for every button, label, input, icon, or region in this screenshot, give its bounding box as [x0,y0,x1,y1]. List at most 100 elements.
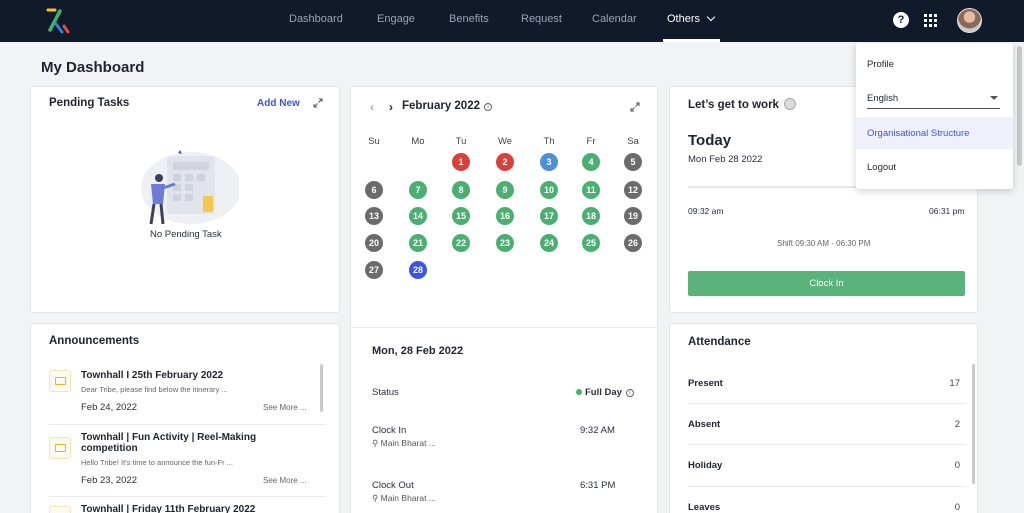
calendar-day[interactable]: 27 [365,261,383,279]
weekday-label: Fr [586,136,596,147]
nav-calendar[interactable]: Calendar [592,13,637,25]
attendance-present-value: 17 [949,378,960,389]
calendar-day[interactable]: 4 [582,153,600,171]
divider [49,496,325,497]
announcement-snippet: Hello Tribe! It's time to announce the f… [81,458,233,467]
nav-others[interactable]: Others [667,12,716,25]
attendance-absent-label: Absent [688,419,721,430]
next-month-icon[interactable]: › [389,100,393,114]
calendar-day[interactable]: 25 [582,234,600,252]
calendar-day[interactable]: 23 [496,234,514,252]
nav-request[interactable]: Request [521,13,562,25]
info-icon[interactable]: i [484,103,492,111]
caret-down-icon [990,96,998,100]
others-dropdown-menu: Profile English Organisational Structure… [856,43,1013,189]
calendar-day[interactable]: 7 [409,181,427,199]
company-logo[interactable] [42,6,74,36]
page-title: My Dashboard [41,59,145,76]
calendar-day[interactable]: 9 [496,181,514,199]
calendar-day[interactable]: 15 [452,207,470,225]
calendar-day[interactable]: 24 [540,234,558,252]
clock-out-location: ⚲ Main Bharat ... [372,493,436,504]
attendance-scrollbar[interactable] [972,364,975,484]
calendar-day[interactable]: 28 [409,261,427,279]
calendar-day[interactable]: 2 [496,153,514,171]
megaphone-icon [49,437,71,459]
no-pending-task-text: No Pending Task [150,229,222,240]
calendar-day[interactable]: 3 [540,153,558,171]
page-scrollbar[interactable] [1017,46,1022,166]
calendar-day[interactable]: 10 [540,181,558,199]
expand-icon[interactable] [313,98,323,108]
work-title: Let’s get to work [688,98,797,111]
announcements-scrollbar[interactable] [320,364,323,412]
pending-tasks-title: Pending Tasks [49,97,130,109]
clock-in-location: ⚲ Main Bharat ... [372,438,436,449]
calendar-day[interactable]: 5 [624,153,642,171]
calendar-month: February 2022 i [402,100,492,112]
divider [49,424,325,425]
calendar-day[interactable]: 12 [624,181,642,199]
announcement-date: Feb 23, 2022 [81,475,137,486]
apps-grid-icon[interactable] [924,14,937,27]
see-more-link[interactable]: See More ... [263,476,307,485]
nav-benefits[interactable]: Benefits [449,13,489,25]
menu-profile[interactable]: Profile [867,59,894,70]
calendar-day[interactable]: 6 [365,181,383,199]
calendar-day[interactable]: 11 [582,181,600,199]
prev-month-icon[interactable]: ‹ [370,100,374,114]
announcement-title[interactable]: Townhall | Fun Activity | Reel-Making co… [81,432,301,454]
calendar-day[interactable]: 17 [540,207,558,225]
clock-in-label: Clock In [372,425,407,436]
user-avatar[interactable] [957,8,982,33]
location-pin-icon: ⚲ [372,438,379,448]
attendance-title: Attendance [688,336,751,348]
calendar-day[interactable]: 18 [582,207,600,225]
menu-logout[interactable]: Logout [867,162,896,173]
status-badge: Full Day i [576,387,634,398]
location-pin-icon: ⚲ [372,493,379,503]
calendar-day[interactable]: 22 [452,234,470,252]
add-new-task-link[interactable]: Add New [257,98,300,109]
weekday-label: Su [368,136,380,147]
attendance-holiday-value: 0 [954,460,960,471]
weekday-label: Mo [411,136,425,147]
info-icon[interactable]: i [625,389,634,397]
announcement-title[interactable]: Townhall | Friday 11th February 2022 [81,504,301,513]
expand-icon[interactable] [630,102,640,112]
weekday-label: We [497,136,513,147]
calendar-day[interactable]: 1 [452,153,470,171]
language-select[interactable]: English [867,93,1000,109]
see-more-link[interactable]: See More ... [263,403,307,412]
divider [688,486,966,487]
calendar-day[interactable]: 26 [624,234,642,252]
language-value: English [867,93,899,104]
status-dot [576,389,582,395]
divider [688,403,966,404]
calendar-day[interactable]: 19 [624,207,642,225]
nav-active-indicator [663,39,720,42]
calendar-day[interactable]: 13 [365,207,383,225]
megaphone-icon [49,370,71,392]
clock-in-time: 9:32 AM [580,425,615,436]
clock-out-location-text: Main Bharat ... [380,493,436,503]
announcement-date: Feb 24, 2022 [81,402,137,413]
attendance-leaves-label: Leaves [688,502,721,513]
clock-in-button[interactable]: Clock In [688,271,965,296]
nav-dashboard[interactable]: Dashboard [289,13,343,25]
nav-others-label: Others [667,13,701,25]
calendar-day[interactable]: 8 [452,181,470,199]
calendar-day[interactable]: 16 [496,207,514,225]
attendance-present-label: Present [688,378,723,389]
menu-organisational-structure[interactable]: Organisational Structure [867,128,969,139]
chevron-down-icon [706,12,716,22]
calendar-day[interactable]: 20 [365,234,383,252]
calendar-day[interactable]: 21 [409,234,427,252]
shift-end-time: 06:31 pm [929,206,965,216]
weekday-label: Sa [627,136,639,147]
announcement-title[interactable]: Townhall I 25th February 2022 [81,370,301,381]
calendar-day[interactable]: 14 [409,207,427,225]
clock-out-time: 6:31 PM [580,480,616,491]
nav-engage[interactable]: Engage [377,13,415,25]
help-icon[interactable]: ? [893,12,909,28]
